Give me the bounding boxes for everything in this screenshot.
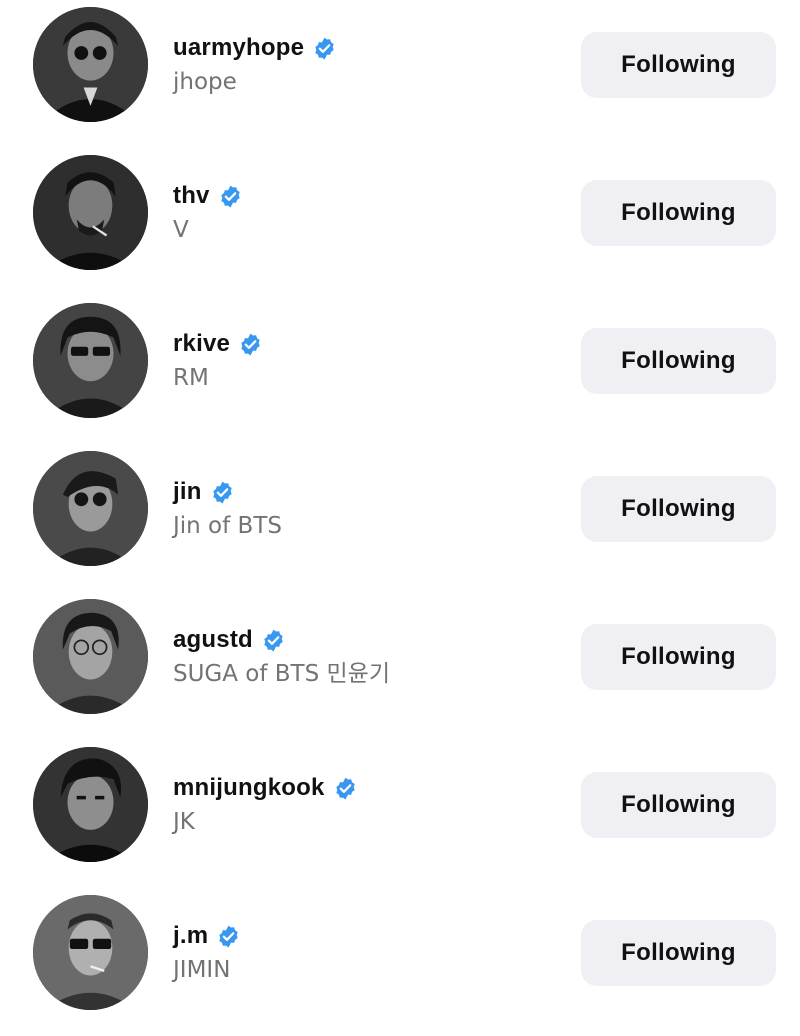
avatar[interactable] bbox=[33, 451, 148, 566]
following-button[interactable]: Following bbox=[581, 624, 776, 690]
display-name: JIMIN bbox=[173, 957, 231, 983]
profile-photo-icon bbox=[33, 303, 148, 418]
avatar[interactable] bbox=[33, 747, 148, 862]
profile-photo-icon bbox=[33, 599, 148, 714]
avatar[interactable] bbox=[33, 155, 148, 270]
list-item[interactable]: j.m JIMIN Following bbox=[0, 888, 800, 1036]
following-button[interactable]: Following bbox=[581, 328, 776, 394]
username[interactable]: uarmyhope bbox=[173, 34, 304, 62]
verified-badge-icon bbox=[216, 924, 241, 949]
avatar[interactable] bbox=[33, 895, 148, 1010]
verified-badge-icon bbox=[218, 184, 243, 209]
avatar[interactable] bbox=[33, 7, 148, 122]
display-name: SUGA of BTS 민윤기 bbox=[173, 661, 391, 687]
display-name: RM bbox=[173, 365, 209, 391]
verified-badge-icon bbox=[210, 480, 235, 505]
list-item[interactable]: uarmyhope jhope Following bbox=[0, 0, 800, 148]
list-item[interactable]: jin Jin of BTS Following bbox=[0, 444, 800, 592]
verified-badge-icon bbox=[261, 628, 286, 653]
profile-photo-icon bbox=[33, 895, 148, 1010]
username[interactable]: jin bbox=[173, 478, 202, 506]
following-button[interactable]: Following bbox=[581, 180, 776, 246]
username[interactable]: agustd bbox=[173, 626, 253, 654]
list-item[interactable]: mnijungkook JK Following bbox=[0, 740, 800, 888]
username[interactable]: thv bbox=[173, 182, 210, 210]
profile-photo-icon bbox=[33, 155, 148, 270]
display-name: Jin of BTS bbox=[173, 513, 282, 539]
following-button[interactable]: Following bbox=[581, 772, 776, 838]
following-button[interactable]: Following bbox=[581, 920, 776, 986]
list-item[interactable]: agustd SUGA of BTS 민윤기 Following bbox=[0, 592, 800, 740]
verified-badge-icon bbox=[238, 332, 263, 357]
profile-photo-icon bbox=[33, 7, 148, 122]
username[interactable]: j.m bbox=[173, 922, 208, 950]
list-item[interactable]: thv V Following bbox=[0, 148, 800, 296]
display-name: JK bbox=[173, 809, 195, 835]
profile-photo-icon bbox=[33, 451, 148, 566]
following-button[interactable]: Following bbox=[581, 476, 776, 542]
verified-badge-icon bbox=[333, 776, 358, 801]
following-button[interactable]: Following bbox=[581, 32, 776, 98]
verified-badge-icon bbox=[312, 36, 337, 61]
following-list: uarmyhope jhope Following thv V Followin… bbox=[0, 0, 800, 1024]
display-name: V bbox=[173, 217, 189, 243]
display-name: jhope bbox=[173, 69, 237, 95]
avatar[interactable] bbox=[33, 599, 148, 714]
list-item[interactable]: rkive RM Following bbox=[0, 296, 800, 444]
profile-photo-icon bbox=[33, 747, 148, 862]
avatar[interactable] bbox=[33, 303, 148, 418]
username[interactable]: rkive bbox=[173, 330, 230, 358]
username[interactable]: mnijungkook bbox=[173, 774, 325, 802]
